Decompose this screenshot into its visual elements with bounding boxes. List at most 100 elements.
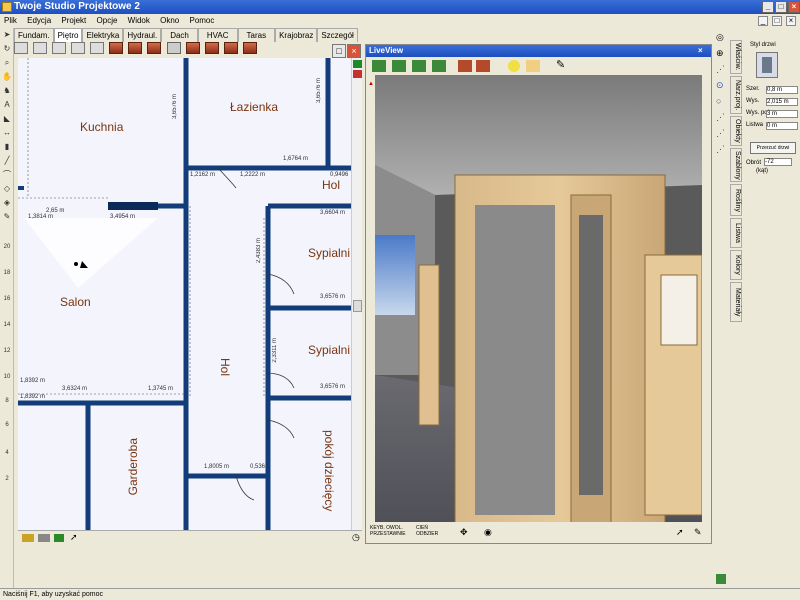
maximize-button[interactable]: □ (775, 1, 787, 13)
scroll-thumb[interactable] (353, 300, 362, 312)
light-icon[interactable] (526, 60, 540, 72)
clock-icon[interactable]: ◷ (352, 532, 360, 543)
tab-krajobraz[interactable]: Krajobraz (275, 28, 318, 42)
home-icon[interactable] (54, 534, 64, 542)
side-tab-obiekty[interactable]: Obiekty (730, 116, 742, 146)
tree-icon[interactable] (716, 574, 726, 584)
roof-flat-icon[interactable] (242, 42, 257, 54)
plan-close-button[interactable]: × (347, 44, 361, 58)
mdi-restore-icon[interactable]: □ (772, 16, 782, 26)
dimension-icon[interactable]: ↔ (2, 128, 12, 138)
tab-hvac[interactable]: HVAC (197, 28, 238, 42)
wall-round-icon[interactable] (33, 42, 48, 54)
flip-door-button[interactable]: Przerzuć drzwi (750, 142, 796, 154)
sill-height-field[interactable]: 3 m (766, 110, 798, 118)
tool-icon[interactable]: ⋰ (716, 64, 725, 75)
building-icon[interactable] (223, 42, 238, 54)
door-icon[interactable] (90, 42, 105, 54)
sun-icon[interactable] (508, 60, 520, 72)
tab-dach[interactable]: Dach (161, 28, 198, 42)
move-icon[interactable]: ✥ (460, 527, 468, 538)
plan-vertical-scrollbar[interactable] (351, 58, 362, 530)
tool-icon[interactable]: ⊕ (716, 48, 724, 59)
tool-icon[interactable]: ◎ (716, 32, 724, 43)
tab-hydraul[interactable]: Hydraul. (123, 28, 162, 42)
tab-szczegol[interactable]: Szczegół (317, 28, 358, 42)
menu-edycja[interactable]: Edycja (27, 16, 51, 25)
menu-projekt[interactable]: Projekt (61, 16, 86, 25)
width-field[interactable]: 0,8 m (766, 86, 798, 94)
stairs-icon[interactable] (166, 42, 181, 54)
room-icon[interactable] (52, 42, 67, 54)
roof-icon[interactable] (109, 42, 124, 54)
view-tool-icon[interactable] (392, 60, 406, 72)
layer-icon[interactable] (22, 534, 34, 542)
window-icon[interactable] (71, 42, 86, 54)
cursor-icon[interactable]: ➚ (676, 527, 684, 538)
wall-straight-icon[interactable] (14, 42, 28, 54)
eraser-icon[interactable]: ◇ (2, 184, 12, 194)
tool-icon[interactable]: ⋰ (716, 128, 725, 139)
fill-icon[interactable]: ◈ (2, 198, 12, 208)
tab-fundam[interactable]: Fundam. (14, 28, 54, 42)
tool-icon[interactable]: ⋰ (716, 112, 725, 123)
side-tab-kolory[interactable]: Kolory (730, 250, 742, 280)
menu-plik[interactable]: Plik (4, 16, 17, 25)
liveview-close-icon[interactable]: × (698, 45, 703, 57)
rotate-field[interactable]: -72 (764, 158, 792, 166)
line-tool-icon[interactable]: ╱ (2, 156, 12, 166)
height-field[interactable]: 2,015 m (766, 98, 798, 106)
close-button[interactable]: × (788, 1, 800, 13)
menu-pomoc[interactable]: Pomoc (189, 16, 214, 25)
roof-gable-icon[interactable] (147, 42, 162, 54)
menu-opcje[interactable]: Opcje (97, 16, 118, 25)
house-view-icon[interactable] (458, 60, 472, 72)
view-tool-icon[interactable] (432, 60, 446, 72)
pointer-icon[interactable]: ◣ (2, 114, 12, 124)
tool-icon[interactable]: ⋰ (716, 144, 725, 155)
door-style-preview[interactable] (756, 52, 778, 78)
pen-icon[interactable]: ✎ (2, 212, 12, 222)
grid-icon[interactable] (38, 534, 50, 542)
menu-widok[interactable]: Widok (128, 16, 150, 25)
house-view-icon[interactable] (476, 60, 490, 72)
tab-taras[interactable]: Taras (237, 28, 276, 42)
pen-icon[interactable]: ✎ (694, 527, 702, 538)
side-tab-materialy[interactable]: Materiały (730, 282, 742, 322)
side-tab-rosliny[interactable]: Rośliny (730, 184, 742, 216)
select-arrow-icon[interactable]: ➤ (2, 30, 12, 40)
side-tab-listwa[interactable]: Listwa (730, 218, 742, 248)
mdi-minimize-icon[interactable]: _ (758, 16, 768, 26)
eye-icon[interactable]: ◉ (484, 527, 492, 538)
3d-viewport[interactable] (375, 75, 702, 522)
wall-tool-icon[interactable]: ▮ (2, 142, 12, 152)
minimize-button[interactable]: _ (762, 1, 774, 13)
walk-icon[interactable]: ♞ (2, 86, 12, 96)
tab-elektryka[interactable]: Elektryka (82, 28, 124, 42)
cursor-icon[interactable]: ➚ (70, 532, 78, 543)
scroll-up-icon[interactable] (353, 60, 362, 68)
tab-pietro[interactable]: Piętro (53, 28, 83, 42)
rotate-icon[interactable]: ↻ (2, 44, 12, 54)
garage-icon[interactable] (204, 42, 219, 54)
zoom-icon[interactable]: ⌕ (2, 58, 12, 68)
polyline-tool-icon[interactable]: ⌒ (2, 170, 12, 180)
menu-okno[interactable]: Okno (160, 16, 179, 25)
house-icon[interactable] (185, 42, 200, 54)
scroll-down-icon[interactable] (353, 70, 362, 78)
mdi-close-icon[interactable]: × (786, 16, 796, 26)
roof-hip-icon[interactable] (128, 42, 143, 54)
floor-plan-canvas[interactable]: Kuchnia Łazienka Hol Sypialni Salon Sypi… (18, 58, 351, 530)
view-tool-icon[interactable] (412, 60, 426, 72)
side-tab-narz[interactable]: Narz.proj. (730, 76, 742, 114)
tool-icon[interactable]: ○ (716, 96, 721, 106)
plan-maximize-button[interactable]: □ (332, 44, 346, 58)
side-tab-wlasciw[interactable]: Właściw. (730, 40, 742, 74)
text-icon[interactable]: A (2, 100, 12, 110)
side-tab-szablony[interactable]: Szablony (730, 148, 742, 182)
pencil-icon[interactable]: ✎ (556, 58, 565, 71)
tool-icon[interactable]: ⊙ (716, 80, 724, 91)
trim-field[interactable]: 0 m (766, 122, 798, 130)
pan-hand-icon[interactable]: ✋ (2, 72, 12, 82)
view-tool-icon[interactable] (372, 60, 386, 72)
